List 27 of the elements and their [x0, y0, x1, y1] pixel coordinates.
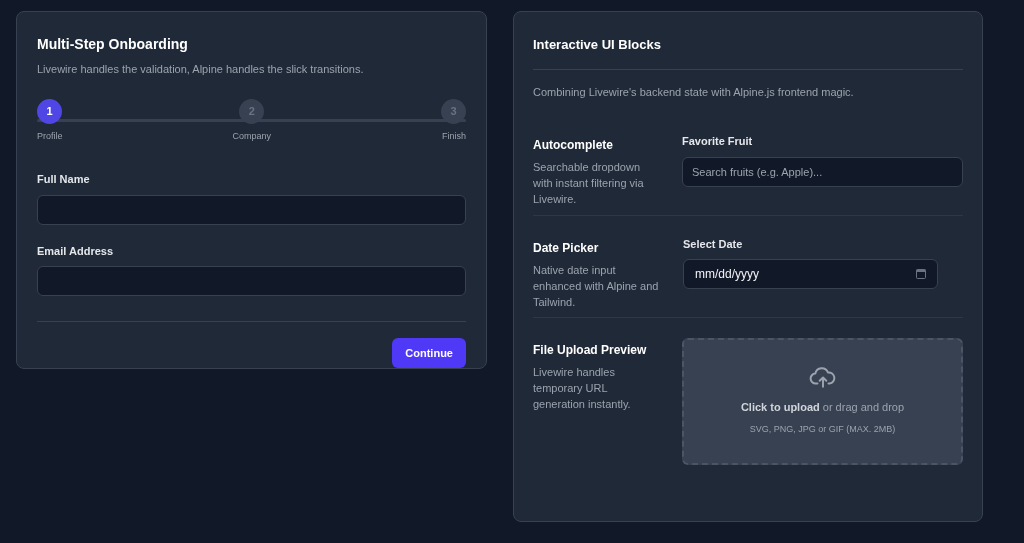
upload-hint: SVG, PNG, JPG or GIF (MAX. 2MB): [749, 423, 896, 436]
field-label: Select Date: [683, 236, 744, 252]
continue-button[interactable]: Continue: [392, 338, 466, 368]
upload-prompt: Click to upload or drag and drop: [740, 399, 905, 415]
card-title: Interactive UI Blocks: [533, 36, 662, 54]
section-description: Searchable dropdown with instant filtering via Livewire.: [533, 160, 645, 207]
card-subtitle: Livewire handles the validation, Alpine handles the slick transitions.: [37, 62, 365, 77]
section-title: Date Picker: [533, 239, 600, 257]
date-field[interactable]: mm/dd/yyyy: [683, 259, 938, 289]
text-field[interactable]: [37, 194, 466, 225]
section-title: File Upload Preview: [533, 342, 648, 359]
upload-dropzone[interactable]: Click to upload or drag and drop SVG, PNG, JPG or GIF (MAX. 2MB): [682, 338, 963, 465]
step-label: Finish: [441, 129, 466, 143]
field-label: Email Address: [37, 243, 114, 259]
section-description: Native date input enhanced with Alpine and Tailwind.: [533, 262, 660, 310]
text-field[interactable]: [37, 266, 466, 296]
field-label: Favorite Fruit: [682, 134, 754, 149]
section-title: Autocomplete: [533, 137, 614, 154]
card-subtitle: Combining Livewire's backend state with Alpine.js frontend magic.: [533, 84, 855, 100]
step-label: Company: [232, 129, 271, 143]
cloud-upload-icon: [808, 366, 837, 389]
search-field[interactable]: Search fruits (e.g. Apple)...: [682, 156, 963, 187]
section-description: Livewire handles temporary URL generation instantly.: [533, 365, 632, 412]
field-label: Full Name: [37, 172, 91, 187]
calendar-icon: [916, 269, 926, 279]
card-title: Multi-Step Onboarding: [37, 35, 189, 54]
step-label: Profile: [37, 129, 63, 143]
